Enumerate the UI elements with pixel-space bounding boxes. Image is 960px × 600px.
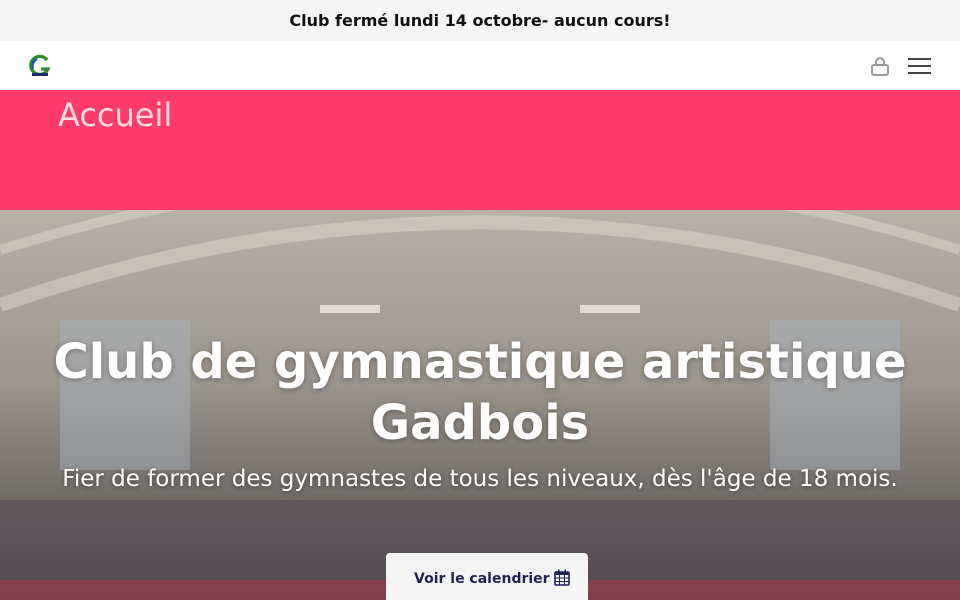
hamburger-menu-icon[interactable] xyxy=(908,57,933,75)
user-account-icon[interactable] xyxy=(869,55,891,77)
page-title: Accueil xyxy=(58,96,173,134)
page-title-band: Accueil xyxy=(0,90,960,210)
gadbois-logo-icon[interactable] xyxy=(28,54,52,78)
top-navbar xyxy=(0,41,960,90)
hero-subtitle: Fier de former des gymnastes de tous les… xyxy=(62,466,898,492)
view-calendar-button[interactable]: Voir le calendrier xyxy=(386,553,588,600)
hero-section: Club de gymnastique artistique Gadbois F… xyxy=(0,210,960,600)
calendar-icon xyxy=(554,569,570,586)
hero-title: Club de gymnastique artistique Gadbois xyxy=(53,334,907,451)
view-calendar-label: Voir le calendrier xyxy=(414,571,550,587)
announcement-text: Club fermé lundi 14 octobre- aucun cours… xyxy=(289,11,671,30)
announcement-bar: Club fermé lundi 14 octobre- aucun cours… xyxy=(0,0,960,41)
